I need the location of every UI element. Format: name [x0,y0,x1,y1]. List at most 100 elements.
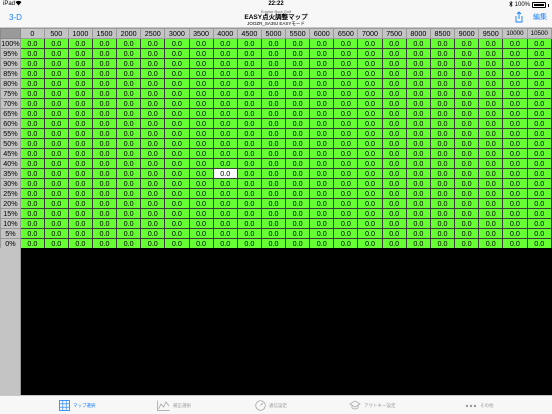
map-cell[interactable]: 0.0 [309,218,335,229]
map-cell[interactable]: 0.0 [381,48,407,59]
map-cell[interactable]: 0.0 [405,138,431,149]
map-cell[interactable]: 0.0 [381,178,407,189]
map-cell[interactable]: 0.0 [164,118,190,129]
map-cell[interactable]: 0.0 [260,48,287,59]
map-cell[interactable]: 0.0 [333,168,359,179]
map-cell[interactable]: 0.0 [285,58,311,69]
map-cell[interactable]: 0.0 [405,108,431,119]
map-cell[interactable]: 0.0 [116,238,142,249]
map-cell[interactable]: 0.0 [212,118,238,129]
map-cell[interactable]: 0.0 [140,88,166,99]
map-cell[interactable]: 0.0 [164,188,190,199]
map-cell[interactable]: 0.0 [405,78,431,89]
map-cell[interactable]: 0.0 [357,68,383,79]
map-cell[interactable]: 0.0 [478,78,504,89]
map-cell[interactable]: 0.0 [405,58,431,69]
map-cell[interactable]: 0.0 [502,188,528,199]
map-cell[interactable]: 0.0 [260,128,287,139]
map-cell[interactable]: 0.0 [260,198,287,209]
map-cell[interactable]: 0.0 [91,168,118,179]
map-cell[interactable]: 0.0 [526,98,552,109]
map-cell[interactable]: 0.0 [309,38,335,49]
map-cell[interactable]: 0.0 [91,238,118,249]
map-cell[interactable]: 0.0 [478,98,504,109]
map-cell[interactable]: 0.0 [381,58,407,69]
map-cell[interactable]: 0.0 [502,198,528,209]
map-cell[interactable]: 0.0 [502,148,528,159]
map-cell[interactable]: 0.0 [188,58,214,69]
map-cell[interactable]: 0.0 [309,178,335,189]
map-cell[interactable]: 0.0 [19,48,45,59]
map-cell[interactable]: 0.0 [236,38,262,49]
map-cell[interactable]: 0.0 [333,198,359,209]
map-cell[interactable]: 0.0 [67,168,93,179]
map-cell[interactable]: 0.0 [309,188,335,199]
map-cell[interactable]: 0.0 [285,88,311,99]
map-cell[interactable]: 0.0 [43,238,69,249]
map-cell[interactable]: 0.0 [43,58,69,69]
map-cell[interactable]: 0.0 [429,178,456,189]
map-cell[interactable]: 0.0 [429,158,456,169]
map-cell[interactable]: 0.0 [526,108,552,119]
tab-more[interactable]: その他 [465,398,494,413]
map-cell[interactable]: 0.0 [478,58,504,69]
map-cell[interactable]: 0.0 [357,178,383,189]
map-cell[interactable]: 0.0 [502,138,528,149]
map-cell[interactable]: 0.0 [478,188,504,199]
map-cell[interactable]: 0.0 [309,138,335,149]
map-cell[interactable]: 0.0 [91,138,118,149]
map-cell[interactable]: 0.0 [67,68,93,79]
map-cell[interactable]: 0.0 [526,148,552,159]
map-cell[interactable]: 0.0 [381,68,407,79]
map-cell[interactable]: 0.0 [429,218,456,229]
map-cell[interactable]: 0.0 [502,168,528,179]
map-cell[interactable]: 0.0 [381,228,407,239]
map-cell[interactable]: 0.0 [260,88,287,99]
map-cell[interactable]: 0.0 [116,158,142,169]
map-cell[interactable]: 0.0 [19,108,45,119]
map-cell[interactable]: 0.0 [478,108,504,119]
map-cell[interactable]: 0.0 [67,128,93,139]
map-cell[interactable]: 0.0 [309,118,335,129]
map-cell[interactable]: 0.0 [236,208,262,219]
map-cell[interactable]: 0.0 [260,98,287,109]
map-cell[interactable]: 0.0 [67,158,93,169]
map-cell[interactable]: 0.0 [381,118,407,129]
map-cell[interactable]: 0.0 [405,198,431,209]
map-cell[interactable]: 0.0 [188,238,214,249]
edit-button[interactable]: 編集 [533,12,547,22]
map-cell[interactable]: 0.0 [478,128,504,139]
map-cell[interactable]: 0.0 [357,108,383,119]
map-cell[interactable]: 0.0 [43,148,69,159]
map-cell[interactable]: 0.0 [285,48,311,59]
map-cell[interactable]: 0.0 [478,158,504,169]
map-cell[interactable]: 0.0 [164,208,190,219]
map-cell[interactable]: 0.0 [188,158,214,169]
map-cell[interactable]: 0.0 [116,148,142,159]
map-cell[interactable]: 0.0 [454,188,480,199]
map-cell[interactable]: 0.0 [140,158,166,169]
map-cell[interactable]: 0.0 [188,148,214,159]
map-cell[interactable]: 0.0 [526,138,552,149]
map-cell[interactable]: 0.0 [381,98,407,109]
map-cell[interactable]: 0.0 [502,88,528,99]
map-cell[interactable]: 0.0 [212,138,238,149]
map-cell[interactable]: 0.0 [381,188,407,199]
map-cell[interactable]: 0.0 [236,108,262,119]
map-cell[interactable]: 0.0 [236,68,262,79]
map-cell[interactable]: 0.0 [212,188,238,199]
map-cell[interactable]: 0.0 [333,188,359,199]
map-cell[interactable]: 0.0 [526,198,552,209]
map-cell[interactable]: 0.0 [164,98,190,109]
map-cell[interactable]: 0.0 [236,58,262,69]
map-cell[interactable]: 0.0 [260,158,287,169]
map-cell[interactable]: 0.0 [91,108,118,119]
map-cell[interactable]: 0.0 [357,98,383,109]
map-cell[interactable]: 0.0 [91,148,118,159]
map-cell[interactable]: 0.0 [91,118,118,129]
map-cell[interactable]: 0.0 [116,58,142,69]
map-cell[interactable]: 0.0 [405,118,431,129]
map-cell[interactable]: 0.0 [260,118,287,129]
map-cell[interactable]: 0.0 [212,198,238,209]
map-cell[interactable]: 0.0 [19,188,45,199]
